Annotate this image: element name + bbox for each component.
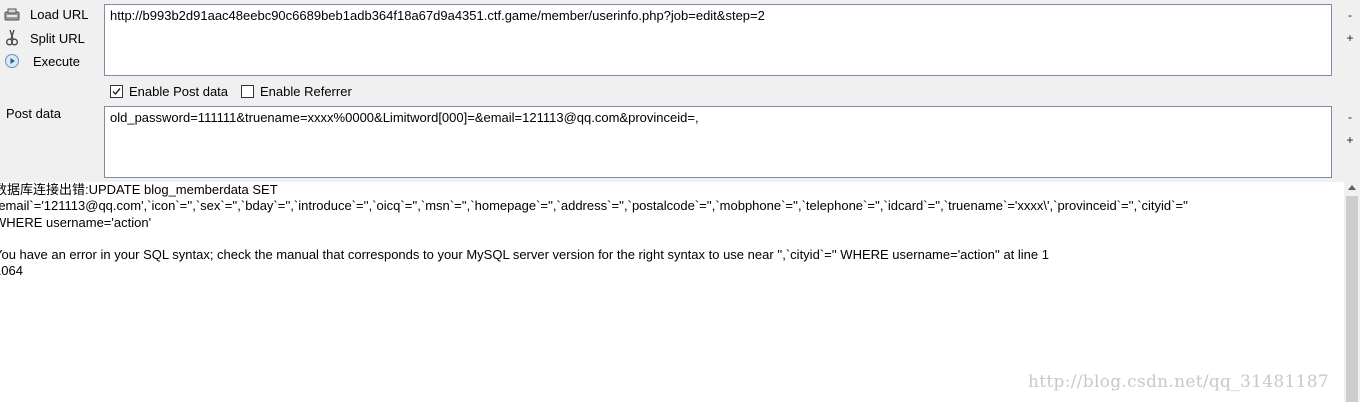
split-url-label: Split URL — [30, 30, 85, 46]
output-line: You have an error in your SQL syntax; ch… — [0, 247, 1049, 263]
scroll-up-arrow-icon[interactable] — [1348, 185, 1356, 190]
vertical-scrollbar[interactable] — [1344, 182, 1360, 402]
enable-referrer-label: Enable Referrer — [260, 83, 352, 99]
enable-post-label: Enable Post data — [129, 83, 229, 99]
play-icon — [4, 53, 20, 69]
output-line: `email`='121113@qq.com',`icon`='',`sex`=… — [0, 198, 1189, 214]
post-data-input[interactable]: old_password=111111&truename=xxxx%0000&L… — [104, 106, 1332, 178]
response-output: 数据库连接出错:UPDATE blog_memberdata SET `emai… — [0, 182, 1344, 402]
post-shrink-button[interactable]: - — [1344, 110, 1356, 124]
url-expand-button[interactable]: + — [1344, 31, 1356, 45]
output-line: 数据库连接出错:UPDATE blog_memberdata SET — [0, 182, 278, 197]
load-url-icon — [4, 6, 20, 22]
split-url-button[interactable]: Split URL — [0, 27, 100, 49]
load-url-button[interactable]: Load URL — [0, 3, 100, 25]
watermark-text: http://blog.csdn.net/qq_31481187 — [1028, 372, 1329, 392]
post-expand-button[interactable]: + — [1344, 133, 1356, 147]
enable-referrer-checkbox[interactable]: Enable Referrer — [241, 83, 352, 99]
checkbox-unchecked-icon — [241, 84, 254, 98]
scissors-icon — [4, 29, 20, 46]
url-input[interactable]: http://b993b2d91aac48eebc90c6689beb1adb3… — [104, 4, 1332, 76]
execute-button[interactable]: Execute — [0, 50, 100, 72]
scrollbar-thumb[interactable] — [1346, 196, 1358, 402]
load-url-label: Load URL — [30, 6, 89, 22]
enable-post-checkbox[interactable]: Enable Post data — [110, 83, 228, 99]
post-data-label: Post data — [6, 106, 61, 121]
output-line: 1064 — [0, 263, 23, 279]
hackbar-panel: Load URL Split URL Execute http://b993b2… — [0, 0, 1360, 182]
url-shrink-button[interactable]: - — [1344, 8, 1356, 22]
checkbox-checked-icon — [110, 84, 123, 98]
execute-label: Execute — [33, 53, 80, 69]
output-line: WHERE username='action' — [0, 214, 152, 230]
